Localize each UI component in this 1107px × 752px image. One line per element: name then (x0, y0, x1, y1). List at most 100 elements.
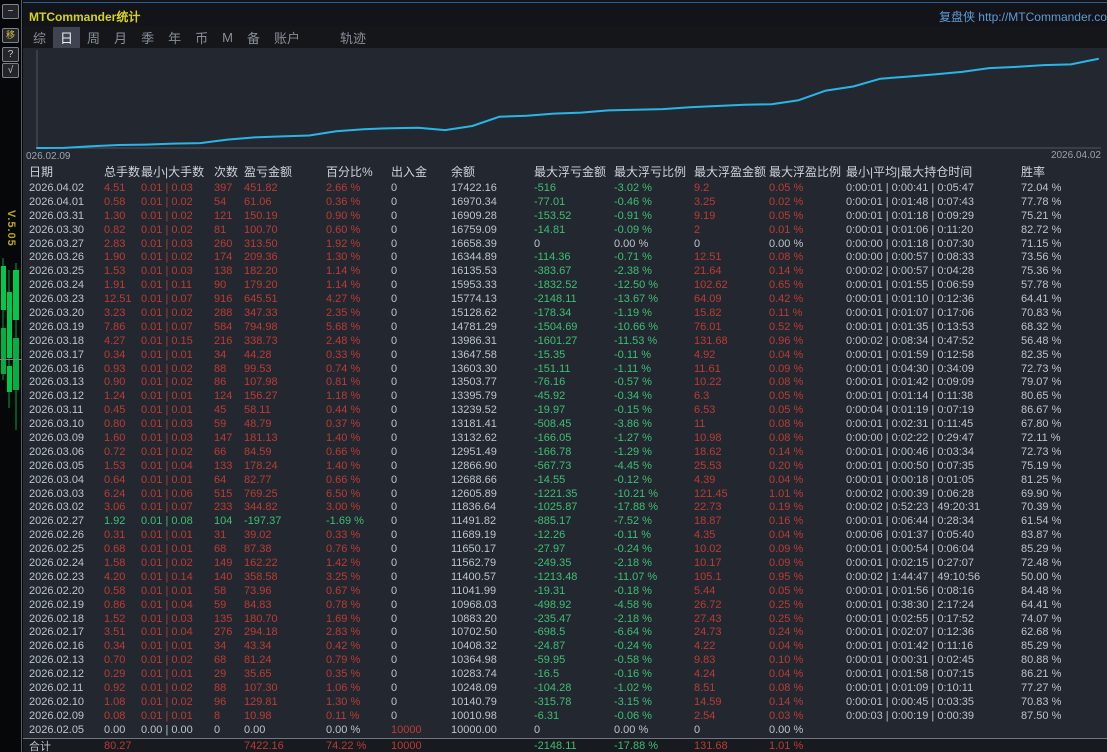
table-row[interactable]: 2026.03.160.930.01 | 0.028899.530.74 %01… (23, 362, 1107, 376)
column-header-hold-times: 最小|平均|最大持仓时间 (846, 163, 1021, 180)
table-row[interactable]: 2026.02.190.860.01 | 0.045984.830.78 %01… (23, 598, 1107, 612)
table-row[interactable]: 2026.02.090.080.01 | 0.01810.980.11 %010… (23, 709, 1107, 723)
cell-trade-count: 104 (214, 515, 244, 527)
table-row[interactable]: 2026.04.024.510.01 | 0.03397451.822.66 %… (23, 181, 1107, 195)
cell-max-float-profit-pct: 0.52 % (769, 321, 846, 333)
move-button[interactable]: 移 (2, 28, 19, 43)
help-button[interactable]: ? (2, 47, 19, 62)
menu-item-yearly[interactable]: 年 (161, 27, 188, 48)
table-row[interactable]: 2026.02.050.000.00 | 0.0000.000.00 %1000… (23, 723, 1107, 737)
menu-item-magic[interactable]: M (215, 29, 240, 46)
cell-date: 2026.02.12 (29, 668, 104, 680)
cell-max-float-loss: -114.36 (534, 251, 614, 263)
cell-trade-count: 916 (214, 293, 244, 305)
confirm-button[interactable]: √ (2, 63, 19, 78)
menu-item-currency[interactable]: 币 (188, 27, 215, 48)
cell-balance: 14781.29 (451, 321, 534, 333)
table-row[interactable]: 2026.02.200.580.01 | 0.015873.960.67 %01… (23, 584, 1107, 598)
cell-balance: 13181.41 (451, 418, 534, 430)
cell-total-lots: 0.68 (104, 543, 141, 555)
cell-hold-times: 0:00:01 | 0:01:14 | 0:11:38 (846, 390, 1021, 402)
cell-date: 2026.03.26 (29, 251, 104, 263)
cell-date: 2026.02.26 (29, 529, 104, 541)
menu-item-account[interactable]: 账户 (267, 27, 307, 48)
cell-hold-times: 0:00:01 | 0:02:55 | 0:17:52 (846, 613, 1021, 625)
cell-trade-count: 149 (214, 557, 244, 569)
cell-pnl-percent: 1.40 % (326, 460, 391, 472)
menu-item-note[interactable]: 备 (240, 27, 267, 48)
brand-link[interactable]: 复盘侠 http://MTCommander.co (939, 8, 1107, 25)
table-row[interactable]: 2026.03.203.230.01 | 0.02288347.332.35 %… (23, 306, 1107, 320)
cell-balance: 16344.89 (451, 251, 534, 263)
cell-min-max-lots: 0.01 | 0.03 (141, 432, 214, 444)
table-row[interactable]: 2026.04.010.580.01 | 0.025461.060.36 %01… (23, 195, 1107, 209)
table-row[interactable]: 2026.03.261.900.01 | 0.02174209.361.30 %… (23, 250, 1107, 264)
cell-deposit-withdrawal: 0 (391, 557, 451, 569)
cell-min-max-lots: 0.01 | 0.01 (141, 349, 214, 361)
cell-min-max-lots: 0.01 | 0.01 (141, 543, 214, 555)
table-row[interactable]: 2026.02.260.310.01 | 0.013139.020.33 %01… (23, 528, 1107, 542)
menu-item-monthly[interactable]: 月 (107, 27, 134, 48)
cell-max-float-profit: 9.2 (694, 182, 769, 194)
table-row[interactable]: 2026.03.272.830.01 | 0.03260313.501.92 %… (23, 237, 1107, 251)
table-row[interactable]: 2026.02.130.700.01 | 0.026881.240.79 %01… (23, 653, 1107, 667)
cell-total-lots: 0.45 (104, 404, 141, 416)
cell-trade-count: 86 (214, 376, 244, 388)
table-row[interactable]: 2026.03.300.820.01 | 0.0281100.700.60 %0… (23, 223, 1107, 237)
table-row[interactable]: 2026.03.121.240.01 | 0.01124156.271.18 %… (23, 389, 1107, 403)
menu-item-summary[interactable]: 综 (26, 27, 53, 48)
table-row[interactable]: 2026.02.101.080.01 | 0.0296129.811.30 %0… (23, 695, 1107, 709)
table-row[interactable]: 2026.02.173.510.01 | 0.04276294.182.83 %… (23, 626, 1107, 640)
cell-date: 2026.03.27 (29, 238, 104, 250)
cell-pnl: 178.24 (244, 460, 326, 472)
cell-max-float-profit-pct: 0.25 % (769, 613, 846, 625)
cell-pnl: 794.98 (244, 321, 326, 333)
balance-curve (37, 59, 1098, 148)
table-row[interactable]: 2026.03.184.270.01 | 0.15216338.732.48 %… (23, 334, 1107, 348)
cell-max-float-loss-pct: -0.57 % (614, 376, 694, 388)
minimize-button[interactable]: − (2, 4, 19, 19)
cell-date: 2026.03.18 (29, 335, 104, 347)
cell-hold-times: 0:00:01 | 0:02:31 | 0:11:45 (846, 418, 1021, 430)
cell-hold-times: 0:00:01 | 0:02:07 | 0:12:36 (846, 626, 1021, 638)
cell-date: 2026.04.01 (29, 196, 104, 208)
table-row[interactable]: 2026.03.241.910.01 | 0.1190179.201.14 %0… (23, 278, 1107, 292)
table-row[interactable]: 2026.03.040.640.01 | 0.016482.770.66 %01… (23, 473, 1107, 487)
cell-max-float-loss: -153.52 (534, 210, 614, 222)
table-row[interactable]: 2026.02.241.580.01 | 0.02149162.221.42 %… (23, 556, 1107, 570)
table-row[interactable]: 2026.03.100.800.01 | 0.035948.790.37 %01… (23, 417, 1107, 431)
table-row[interactable]: 2026.02.234.200.01 | 0.14140358.583.25 %… (23, 570, 1107, 584)
table-row[interactable]: 2026.03.091.600.01 | 0.03147181.131.40 %… (23, 431, 1107, 445)
table-row[interactable]: 2026.03.110.450.01 | 0.014558.110.44 %01… (23, 403, 1107, 417)
menu-item-daily[interactable]: 日 (53, 27, 80, 48)
table-row[interactable]: 2026.02.110.920.01 | 0.0288107.301.06 %0… (23, 681, 1107, 695)
table-row[interactable]: 2026.03.130.900.01 | 0.0286107.980.81 %0… (23, 375, 1107, 389)
table-row[interactable]: 2026.03.051.530.01 | 0.04133178.241.40 %… (23, 459, 1107, 473)
table-row[interactable]: 2026.02.160.340.01 | 0.013443.340.42 %01… (23, 639, 1107, 653)
table-row[interactable]: 2026.03.170.340.01 | 0.013444.280.33 %01… (23, 348, 1107, 362)
menu-item-quarterly[interactable]: 季 (134, 27, 161, 48)
table-row[interactable]: 2026.03.036.240.01 | 0.06515769.256.50 %… (23, 487, 1107, 501)
table-row[interactable]: 2026.02.250.680.01 | 0.016887.380.76 %01… (23, 542, 1107, 556)
table-row[interactable]: 2026.02.120.290.01 | 0.012935.650.35 %01… (23, 667, 1107, 681)
table-row[interactable]: 2026.03.197.860.01 | 0.07584794.985.68 %… (23, 320, 1107, 334)
cell-deposit-withdrawal: 0 (391, 210, 451, 222)
menu-item-weekly[interactable]: 周 (80, 27, 107, 48)
table-row[interactable]: 2026.03.251.530.01 | 0.03138182.201.14 %… (23, 264, 1107, 278)
cell-max-float-profit-pct: 0.05 % (769, 404, 846, 416)
cell-min-max-lots: 0.01 | 0.02 (141, 224, 214, 236)
table-row[interactable]: 2026.02.181.520.01 | 0.03135180.701.69 %… (23, 612, 1107, 626)
table-row[interactable]: 2026.03.023.060.01 | 0.07233344.823.00 %… (23, 500, 1107, 514)
menu-item-trajectory[interactable]: 轨迹 (333, 27, 373, 48)
table-row[interactable]: 2026.03.2312.510.01 | 0.07916645.514.27 … (23, 292, 1107, 306)
cell-max-float-loss-pct: -0.34 % (614, 390, 694, 402)
table-row[interactable]: 2026.03.060.720.01 | 0.026684.590.66 %01… (23, 445, 1107, 459)
cell-hold-times: 0:00:01 | 0:00:54 | 0:06:04 (846, 543, 1021, 555)
cell-max-float-profit-pct: 0.24 % (769, 626, 846, 638)
cell-max-float-loss: -508.45 (534, 418, 614, 430)
cell-max-float-loss: -77.01 (534, 196, 614, 208)
cell-balance: 13132.62 (451, 432, 534, 444)
table-row[interactable]: 2026.03.311.300.01 | 0.02121150.190.90 %… (23, 209, 1107, 223)
cell-win-rate: 67.80 % (1021, 418, 1106, 430)
table-row[interactable]: 2026.02.271.920.01 | 0.08104-197.37-1.69… (23, 514, 1107, 528)
